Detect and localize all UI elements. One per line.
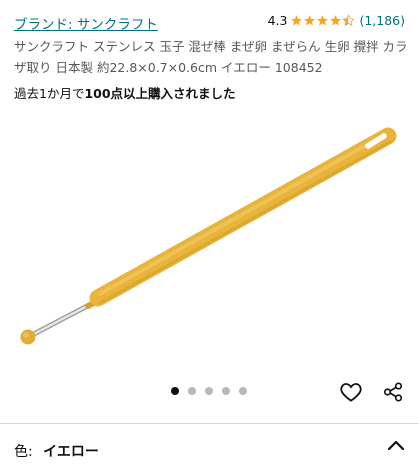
- star-icon: [317, 15, 329, 26]
- rating-count[interactable]: (1,186): [359, 13, 405, 28]
- carousel-dot[interactable]: [171, 387, 179, 395]
- rating[interactable]: 4.3 (1,186): [268, 13, 405, 28]
- color-variation-row[interactable]: 色: イエロー: [0, 424, 419, 470]
- share-button[interactable]: [378, 377, 408, 407]
- purchase-count-emphasis: 100点以上購入されました: [84, 86, 236, 101]
- color-label: 色:: [14, 444, 33, 460]
- share-icon: [383, 382, 403, 402]
- rating-value: 4.3: [267, 13, 288, 28]
- star-rating: [290, 14, 356, 27]
- favorite-button[interactable]: [336, 377, 366, 407]
- carousel-dot[interactable]: [188, 387, 196, 395]
- star-half-icon: [342, 14, 356, 27]
- product-title: サンクラフト ステンレス 玉子 混ぜ棒 まぜ卵 まぜらん 生卵 攪拌 カラザ取り…: [14, 39, 408, 75]
- star-icon: [291, 15, 303, 26]
- carousel-dot[interactable]: [239, 387, 247, 395]
- carousel-dot[interactable]: [222, 387, 230, 395]
- carousel-dot[interactable]: [205, 387, 213, 395]
- heart-icon: [340, 383, 362, 402]
- star-icon: [330, 15, 342, 26]
- chevron-up-icon[interactable]: [387, 438, 405, 452]
- color-value: イエロー: [43, 444, 99, 460]
- product-image[interactable]: [0, 108, 419, 370]
- purchase-count: 過去1か月で100点以上購入されました: [14, 83, 236, 102]
- image-carousel-dots[interactable]: [171, 387, 247, 395]
- brand-row: ブランド: サンクラフト 4.3 (1,186): [14, 12, 409, 34]
- star-icon: [304, 15, 316, 26]
- purchase-count-prefix: 過去1か月で: [14, 86, 85, 101]
- brand-link[interactable]: ブランド: サンクラフト: [14, 13, 158, 33]
